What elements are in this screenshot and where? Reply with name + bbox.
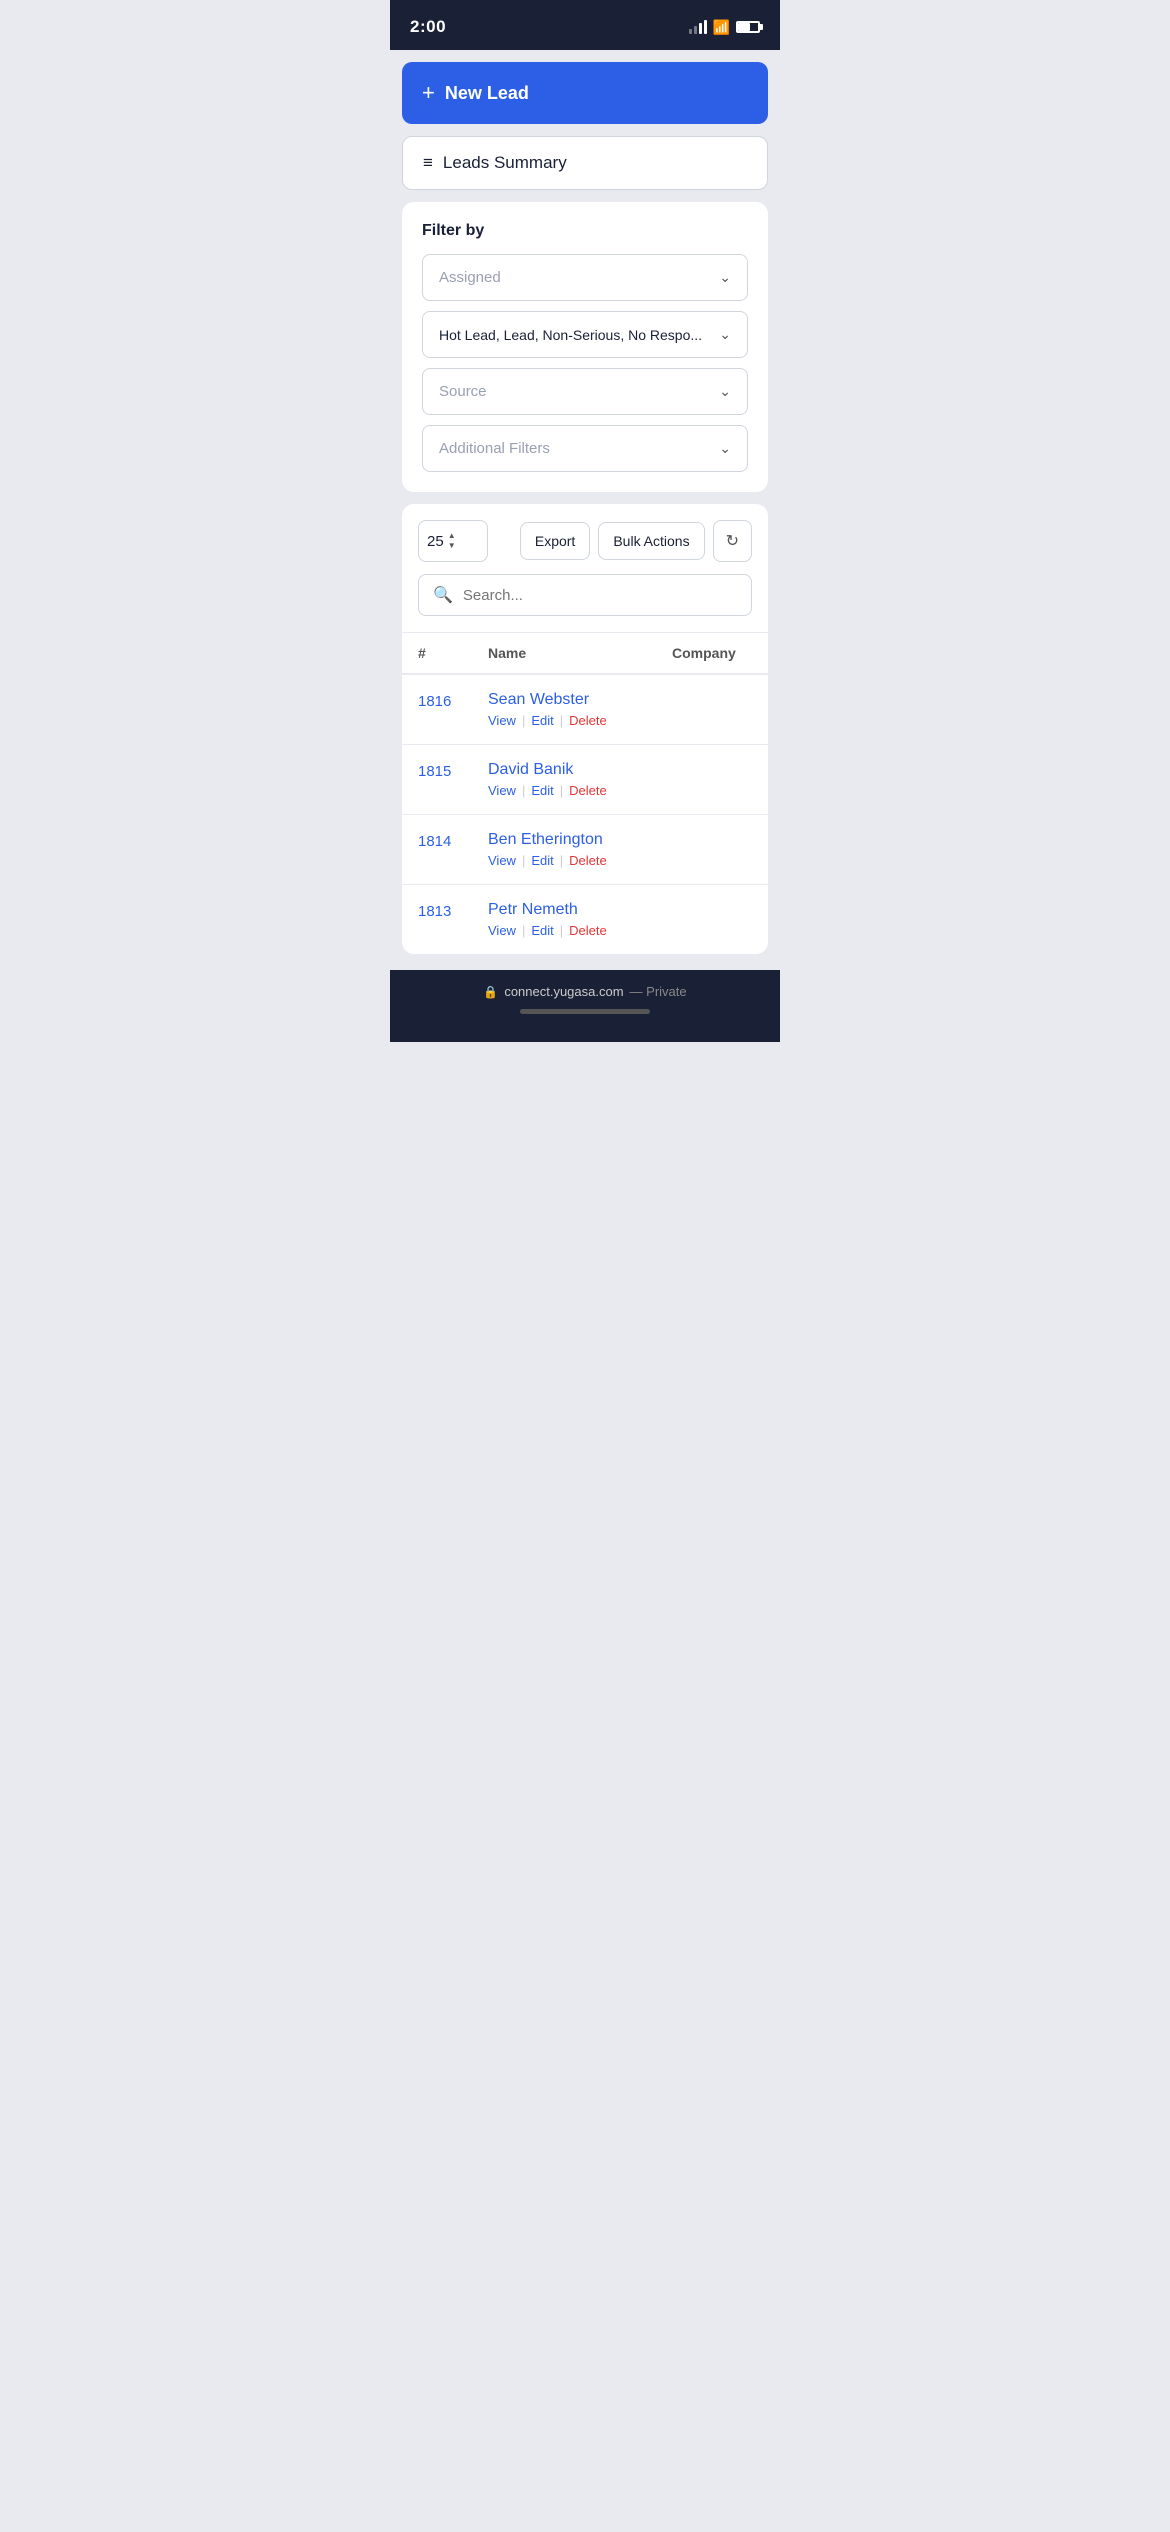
assigned-filter[interactable]: Assigned ⌄ xyxy=(422,254,748,301)
column-header-id: # xyxy=(418,645,488,661)
private-label: — Private xyxy=(630,984,687,999)
view-link[interactable]: View xyxy=(488,923,516,938)
row-actions: View | Edit | Delete xyxy=(488,713,752,728)
refresh-button[interactable]: ↻ xyxy=(713,520,752,562)
table-header: # Name Company xyxy=(402,633,768,675)
source-filter-label: Source xyxy=(439,383,487,400)
chevron-down-icon: ⌄ xyxy=(719,383,731,400)
leads-summary-icon: ≡ xyxy=(423,153,433,173)
view-link[interactable]: View xyxy=(488,713,516,728)
url-text: connect.yugasa.com xyxy=(504,984,623,999)
status-bar: 2:00 📶 xyxy=(390,0,780,50)
source-filter[interactable]: Source ⌄ xyxy=(422,368,748,415)
chevron-down-icon: ⌄ xyxy=(719,440,731,457)
edit-link[interactable]: Edit xyxy=(531,923,553,938)
refresh-icon: ↻ xyxy=(726,531,739,551)
delete-link[interactable]: Delete xyxy=(569,853,607,868)
wifi-icon: 📶 xyxy=(713,19,730,36)
new-lead-label: New Lead xyxy=(445,83,529,104)
leads-summary-button[interactable]: ≡ Leads Summary xyxy=(402,136,768,190)
row-actions: View | Edit | Delete xyxy=(488,783,752,798)
lead-name[interactable]: Petr Nemeth xyxy=(488,901,752,919)
new-lead-button[interactable]: + New Lead xyxy=(402,62,768,124)
table-controls: 25 ▲ ▼ Export Bulk Actions ↻ 🔍 xyxy=(402,504,768,633)
status-filter[interactable]: Hot Lead, Lead, Non-Serious, No Respo...… xyxy=(422,311,748,358)
status-filter-label: Hot Lead, Lead, Non-Serious, No Respo... xyxy=(439,327,702,343)
table-row: 1815 David Banik View | Edit | Delete xyxy=(402,745,768,815)
stepper-up-icon[interactable]: ▲ xyxy=(448,531,456,541)
export-button[interactable]: Export xyxy=(520,522,590,560)
signal-icon xyxy=(689,20,707,34)
status-time: 2:00 xyxy=(410,17,446,37)
stepper-down-icon[interactable]: ▼ xyxy=(448,541,456,551)
row-actions: View | Edit | Delete xyxy=(488,923,752,938)
lead-id[interactable]: 1816 xyxy=(418,691,488,710)
battery-icon xyxy=(736,21,760,33)
table-row: 1816 Sean Webster View | Edit | Delete xyxy=(402,675,768,745)
column-header-company: Company xyxy=(672,645,752,661)
edit-link[interactable]: Edit xyxy=(531,853,553,868)
table-row: 1813 Petr Nemeth View | Edit | Delete xyxy=(402,885,768,954)
column-header-name: Name xyxy=(488,645,672,661)
filter-title: Filter by xyxy=(422,222,748,240)
table-row: 1814 Ben Etherington View | Edit | Delet… xyxy=(402,815,768,885)
lead-name[interactable]: David Banik xyxy=(488,761,752,779)
lead-id[interactable]: 1814 xyxy=(418,831,488,850)
search-input[interactable] xyxy=(463,587,737,604)
search-icon: 🔍 xyxy=(433,585,453,605)
filter-card: Filter by Assigned ⌄ Hot Lead, Lead, Non… xyxy=(402,202,768,492)
assigned-filter-label: Assigned xyxy=(439,269,501,286)
plus-icon: + xyxy=(422,80,435,106)
search-row: 🔍 xyxy=(418,574,752,616)
page-size-value: 25 xyxy=(427,533,444,550)
lead-name[interactable]: Sean Webster xyxy=(488,691,752,709)
stepper[interactable]: ▲ ▼ xyxy=(448,531,456,550)
delete-link[interactable]: Delete xyxy=(569,923,607,938)
bottom-bar: 🔒 connect.yugasa.com — Private xyxy=(390,970,780,1042)
view-link[interactable]: View xyxy=(488,783,516,798)
lock-icon: 🔒 xyxy=(483,985,498,999)
edit-link[interactable]: Edit xyxy=(531,713,553,728)
additional-filters[interactable]: Additional Filters ⌄ xyxy=(422,425,748,472)
delete-link[interactable]: Delete xyxy=(569,783,607,798)
additional-filters-label: Additional Filters xyxy=(439,440,550,457)
leads-table: # Name Company 1816 Sean Webster View | … xyxy=(402,633,768,954)
lead-id[interactable]: 1813 xyxy=(418,901,488,920)
lead-name[interactable]: Ben Etherington xyxy=(488,831,752,849)
edit-link[interactable]: Edit xyxy=(531,783,553,798)
leads-summary-label: Leads Summary xyxy=(443,153,567,173)
delete-link[interactable]: Delete xyxy=(569,713,607,728)
lead-id[interactable]: 1815 xyxy=(418,761,488,780)
url-line: 🔒 connect.yugasa.com — Private xyxy=(483,984,686,999)
view-link[interactable]: View xyxy=(488,853,516,868)
page-size-select[interactable]: 25 ▲ ▼ xyxy=(418,520,488,561)
chevron-down-icon: ⌄ xyxy=(719,269,731,286)
status-icons: 📶 xyxy=(689,19,760,36)
home-indicator xyxy=(520,1009,650,1014)
bulk-actions-button[interactable]: Bulk Actions xyxy=(598,522,704,560)
chevron-down-icon: ⌄ xyxy=(719,326,731,343)
row-actions: View | Edit | Delete xyxy=(488,853,752,868)
